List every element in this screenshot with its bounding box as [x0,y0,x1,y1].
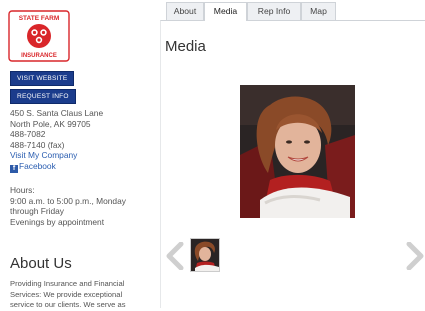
about-line-2: Services: We provide exceptional [10,289,123,299]
chevron-left-icon [166,241,184,271]
agent-photo [240,85,355,218]
sidebar: STATE FARM INSURANCE VISIT WEBSITE REQUE… [0,0,160,309]
request-info-button[interactable]: REQUEST INFO [10,89,76,104]
tab-media[interactable]: Media [204,2,247,21]
hours-line-2: through Friday [10,206,64,216]
address-line-1: 450 S. Santa Claus Lane [10,108,104,118]
about-line-3: service to our clients. We serve as [10,300,126,309]
tab-about[interactable]: About [166,2,204,20]
facebook-icon: f [10,165,18,173]
previous-arrow[interactable] [165,241,185,275]
phone-number: 488-7082 [10,129,46,139]
visit-website-button[interactable]: VISIT WEBSITE [10,71,75,86]
media-thumbnail[interactable] [190,238,220,272]
hours-line-3: Evenings by appointment [10,216,105,227]
logo-top-text: STATE FARM [19,15,60,22]
facebook-label: Facebook [19,161,56,171]
tab-bar: About Media Rep Info Map [160,2,425,21]
chevron-right-icon [406,241,424,271]
state-farm-logo[interactable]: STATE FARM INSURANCE [8,10,70,62]
tab-rep-info[interactable]: Rep Info [247,2,301,20]
address-line-2: North Pole, AK 99705 [10,118,91,129]
facebook-link[interactable]: f Facebook [10,161,56,173]
about-line-1: Providing Insurance and Financial [10,279,125,288]
tab-map[interactable]: Map [301,2,336,20]
page-title: Media [165,38,206,55]
next-arrow[interactable] [405,241,425,275]
about-us-text: Providing Insurance and Financial Servic… [10,279,160,311]
fax-number: 488-7140 (fax) [10,139,65,150]
visit-my-company-link[interactable]: Visit My Company [10,150,77,161]
hours-line-1: 9:00 a.m. to 5:00 p.m., Monday [10,195,126,206]
about-us-heading: About Us [10,255,72,272]
logo-bottom-text: INSURANCE [21,53,57,59]
hours-label: Hours: [10,185,35,195]
